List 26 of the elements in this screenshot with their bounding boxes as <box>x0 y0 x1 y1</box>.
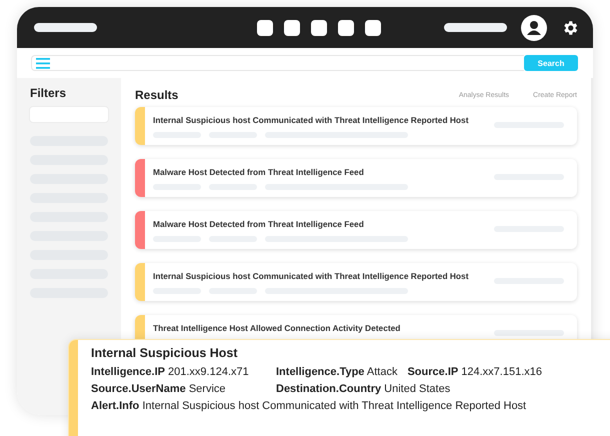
detail-field: Alert.Info Internal Suspicious host Communicated with Threat Intelligence Reported Host <box>91 400 526 412</box>
result-title: Malware Host Detected from Threat Intelligence Feed <box>153 218 365 228</box>
nav-tile[interactable] <box>338 20 354 36</box>
nav-tile[interactable] <box>364 20 380 36</box>
placeholder-bar <box>34 23 97 32</box>
sidebar-title: Filters <box>30 86 68 100</box>
detail-field: Source.IP 124.xx7.151.x16 <box>407 366 542 378</box>
search-field[interactable] <box>31 55 524 71</box>
user-avatar-icon[interactable] <box>521 14 547 40</box>
detail-field: Destination.Country United States <box>276 383 450 395</box>
nav-tile[interactable] <box>284 20 300 36</box>
results-title: Results <box>135 88 178 102</box>
nav-tile[interactable] <box>256 20 272 36</box>
detail-field: Source.UserName Service <box>91 383 266 395</box>
placeholder-bar <box>444 23 507 32</box>
detail-field: Intelligence.IP 201.xx9.124.x71 <box>91 366 266 378</box>
result-card[interactable]: Malware Host Detected from Threat Intelligence Feed <box>135 211 577 249</box>
result-title: Threat Intelligence Host Allowed Connection Activity Detected <box>153 322 402 332</box>
result-card[interactable]: Internal Suspicious host Communicated with Threat Intelligence Reported Host <box>135 107 577 145</box>
detail-field: Intelligence.Type Attack <box>276 366 398 378</box>
result-title: Internal Suspicious host Communicated with Threat Intelligence Reported Host <box>153 114 470 124</box>
result-title: Malware Host Detected from Threat Intelligence Feed <box>153 166 365 176</box>
result-title: Internal Suspicious host Communicated with Threat Intelligence Reported Host <box>153 270 470 280</box>
result-card[interactable]: Malware Host Detected from Threat Intelligence Feed <box>135 159 577 197</box>
result-card[interactable]: Internal Suspicious host Communicated with Threat Intelligence Reported Host <box>135 263 577 301</box>
nav-tile[interactable] <box>310 20 326 36</box>
